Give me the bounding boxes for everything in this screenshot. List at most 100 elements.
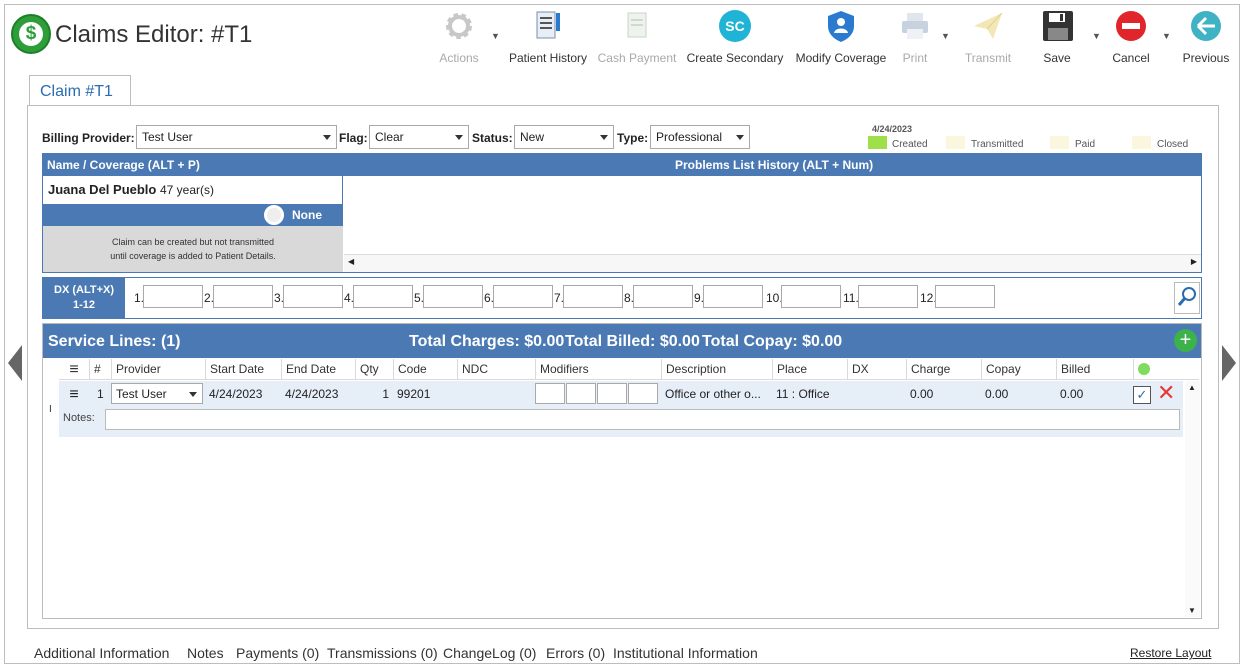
previous-button[interactable]: Previous	[1181, 9, 1231, 67]
service-line-row[interactable]: ≡ 1 Test User 4/24/2023 4/24/2023 1 9920…	[59, 381, 1183, 437]
actions-button[interactable]: Actions	[433, 9, 485, 67]
column-copay[interactable]: Copay	[981, 359, 1056, 380]
row-checkbox[interactable]: ✓	[1133, 386, 1151, 404]
add-line-icon[interactable]: +	[1174, 329, 1197, 352]
row-place[interactable]: 11 : Office	[772, 384, 830, 405]
column-charge[interactable]: Charge	[906, 359, 981, 380]
row-code[interactable]: 99201	[393, 384, 430, 405]
footer-tab-changelog-0[interactable]: ChangeLog (0)	[443, 645, 536, 661]
chevron-down-icon	[600, 135, 608, 140]
footer-tab-institutional-information[interactable]: Institutional Information	[613, 645, 758, 661]
row-dx[interactable]	[847, 384, 851, 405]
patient-history-icon	[536, 11, 560, 39]
column-menu-icon[interactable]: ≡	[59, 359, 89, 380]
column-start-date[interactable]: Start Date	[205, 359, 281, 380]
dx-code-input-10[interactable]	[781, 285, 841, 308]
service-v-scrollbar[interactable]: ▲ ▼	[1185, 381, 1200, 617]
scroll-down-icon[interactable]: ▼	[1188, 606, 1196, 615]
row-start-date[interactable]: 4/24/2023	[205, 384, 262, 405]
tab-claim[interactable]: Claim #T1	[29, 75, 131, 106]
chevron-down-icon	[455, 135, 463, 140]
save-dropdown-icon[interactable]: ▼	[1092, 31, 1101, 41]
column-billed[interactable]: Billed	[1056, 359, 1133, 380]
billing-provider-select[interactable]: Test User	[136, 125, 337, 149]
toggle-icon[interactable]	[264, 205, 284, 225]
dx-code-input-7[interactable]	[563, 285, 623, 308]
column-qty[interactable]: Qty	[355, 359, 393, 380]
scroll-up-icon[interactable]: ▲	[1188, 383, 1196, 392]
dx-code-input-4[interactable]	[353, 285, 413, 308]
row-provider-select[interactable]: Test User	[111, 383, 203, 404]
column-code[interactable]: Code	[393, 359, 457, 380]
footer-tab-notes[interactable]: Notes	[187, 645, 224, 661]
footer-tab-additional-information[interactable]: Additional Information	[34, 645, 169, 661]
row-menu-icon[interactable]: ≡	[59, 384, 89, 405]
modifier-1-input[interactable]	[535, 383, 565, 404]
row-ndc[interactable]	[457, 384, 461, 405]
restore-layout-link[interactable]: Restore Layout	[1130, 646, 1211, 660]
modifier-3-input[interactable]	[597, 383, 627, 404]
column-end-date[interactable]: End Date	[281, 359, 355, 380]
modify-coverage-button[interactable]: Modify Coverage	[791, 9, 891, 67]
column-number[interactable]: #	[89, 359, 106, 380]
dx-code-input-5[interactable]	[423, 285, 483, 308]
dx-number-11: 11.	[843, 291, 859, 305]
transmit-button[interactable]: Transmit	[963, 9, 1013, 67]
coverage-problems-section: Name / Coverage (ALT + P) Problems List …	[42, 153, 1202, 273]
dx-code-input-2[interactable]	[213, 285, 273, 308]
dx-search-button[interactable]	[1174, 282, 1200, 314]
actions-dropdown-icon[interactable]: ▼	[491, 31, 500, 41]
dx-code-input-9[interactable]	[703, 285, 763, 308]
footer-tab-payments-0[interactable]: Payments (0)	[236, 645, 319, 661]
service-lines-title: Service Lines: (1)	[48, 333, 181, 350]
row-charge[interactable]: 0.00	[906, 384, 933, 405]
coverage-value: None	[292, 208, 322, 222]
coverage-row[interactable]: None	[43, 204, 343, 226]
arrow-left-icon	[1191, 11, 1221, 41]
footer-tab-errors-0[interactable]: Errors (0)	[546, 645, 605, 661]
type-select[interactable]: Professional	[650, 125, 750, 149]
patient-history-button[interactable]: Patient History	[508, 9, 588, 67]
footer-tab-transmissions-0[interactable]: Transmissions (0)	[327, 645, 438, 661]
print-button[interactable]: Print	[895, 9, 935, 67]
dx-code-input-1[interactable]	[143, 285, 203, 308]
save-button[interactable]: Save	[1037, 9, 1077, 67]
dx-code-input-8[interactable]	[633, 285, 693, 308]
dx-code-input-11[interactable]	[858, 285, 918, 308]
prev-claim-arrow-icon[interactable]	[8, 345, 22, 381]
shield-icon	[828, 11, 854, 42]
legend-created: Created	[892, 139, 928, 150]
problems-h-scrollbar[interactable]: ◀ ▶	[344, 254, 1201, 272]
row-qty[interactable]: 1	[355, 384, 393, 405]
column-place[interactable]: Place	[772, 359, 847, 380]
cash-payment-button[interactable]: Cash Payment	[597, 9, 677, 67]
column-modifiers[interactable]: Modifiers	[535, 359, 661, 380]
row-description[interactable]: Office or other o...	[661, 384, 761, 405]
row-copay[interactable]: 0.00	[981, 384, 1008, 405]
claims-editor-window: $ Claims Editor: #T1 Actions ▼ Patient H…	[4, 4, 1240, 664]
status-select[interactable]: New	[514, 125, 614, 149]
cancel-button[interactable]: Cancel	[1111, 9, 1151, 67]
delete-row-icon[interactable]: ✕	[1157, 382, 1175, 404]
column-description[interactable]: Description	[661, 359, 772, 380]
type-label: Type:	[617, 131, 649, 145]
dx-code-input-3[interactable]	[283, 285, 343, 308]
print-dropdown-icon[interactable]: ▼	[941, 31, 950, 41]
create-secondary-button[interactable]: SC Create Secondary	[685, 9, 785, 67]
modifier-2-input[interactable]	[566, 383, 596, 404]
patient-age: 47 year(s)	[160, 183, 215, 197]
row-billed[interactable]: 0.00	[1056, 384, 1083, 405]
column-provider[interactable]: Provider	[111, 359, 205, 380]
flag-select[interactable]: Clear	[369, 125, 469, 149]
column-dx[interactable]: DX	[847, 359, 906, 380]
scroll-left-icon[interactable]: ◀	[348, 257, 354, 266]
dx-code-input-6[interactable]	[493, 285, 553, 308]
row-end-date[interactable]: 4/24/2023	[281, 384, 338, 405]
column-ndc[interactable]: NDC	[457, 359, 535, 380]
modifier-4-input[interactable]	[628, 383, 658, 404]
dx-code-input-12[interactable]	[935, 285, 995, 308]
notes-input[interactable]	[105, 409, 1180, 430]
scroll-right-icon[interactable]: ▶	[1191, 257, 1197, 266]
cancel-dropdown-icon[interactable]: ▼	[1162, 31, 1171, 41]
next-claim-arrow-icon[interactable]	[1222, 345, 1236, 381]
